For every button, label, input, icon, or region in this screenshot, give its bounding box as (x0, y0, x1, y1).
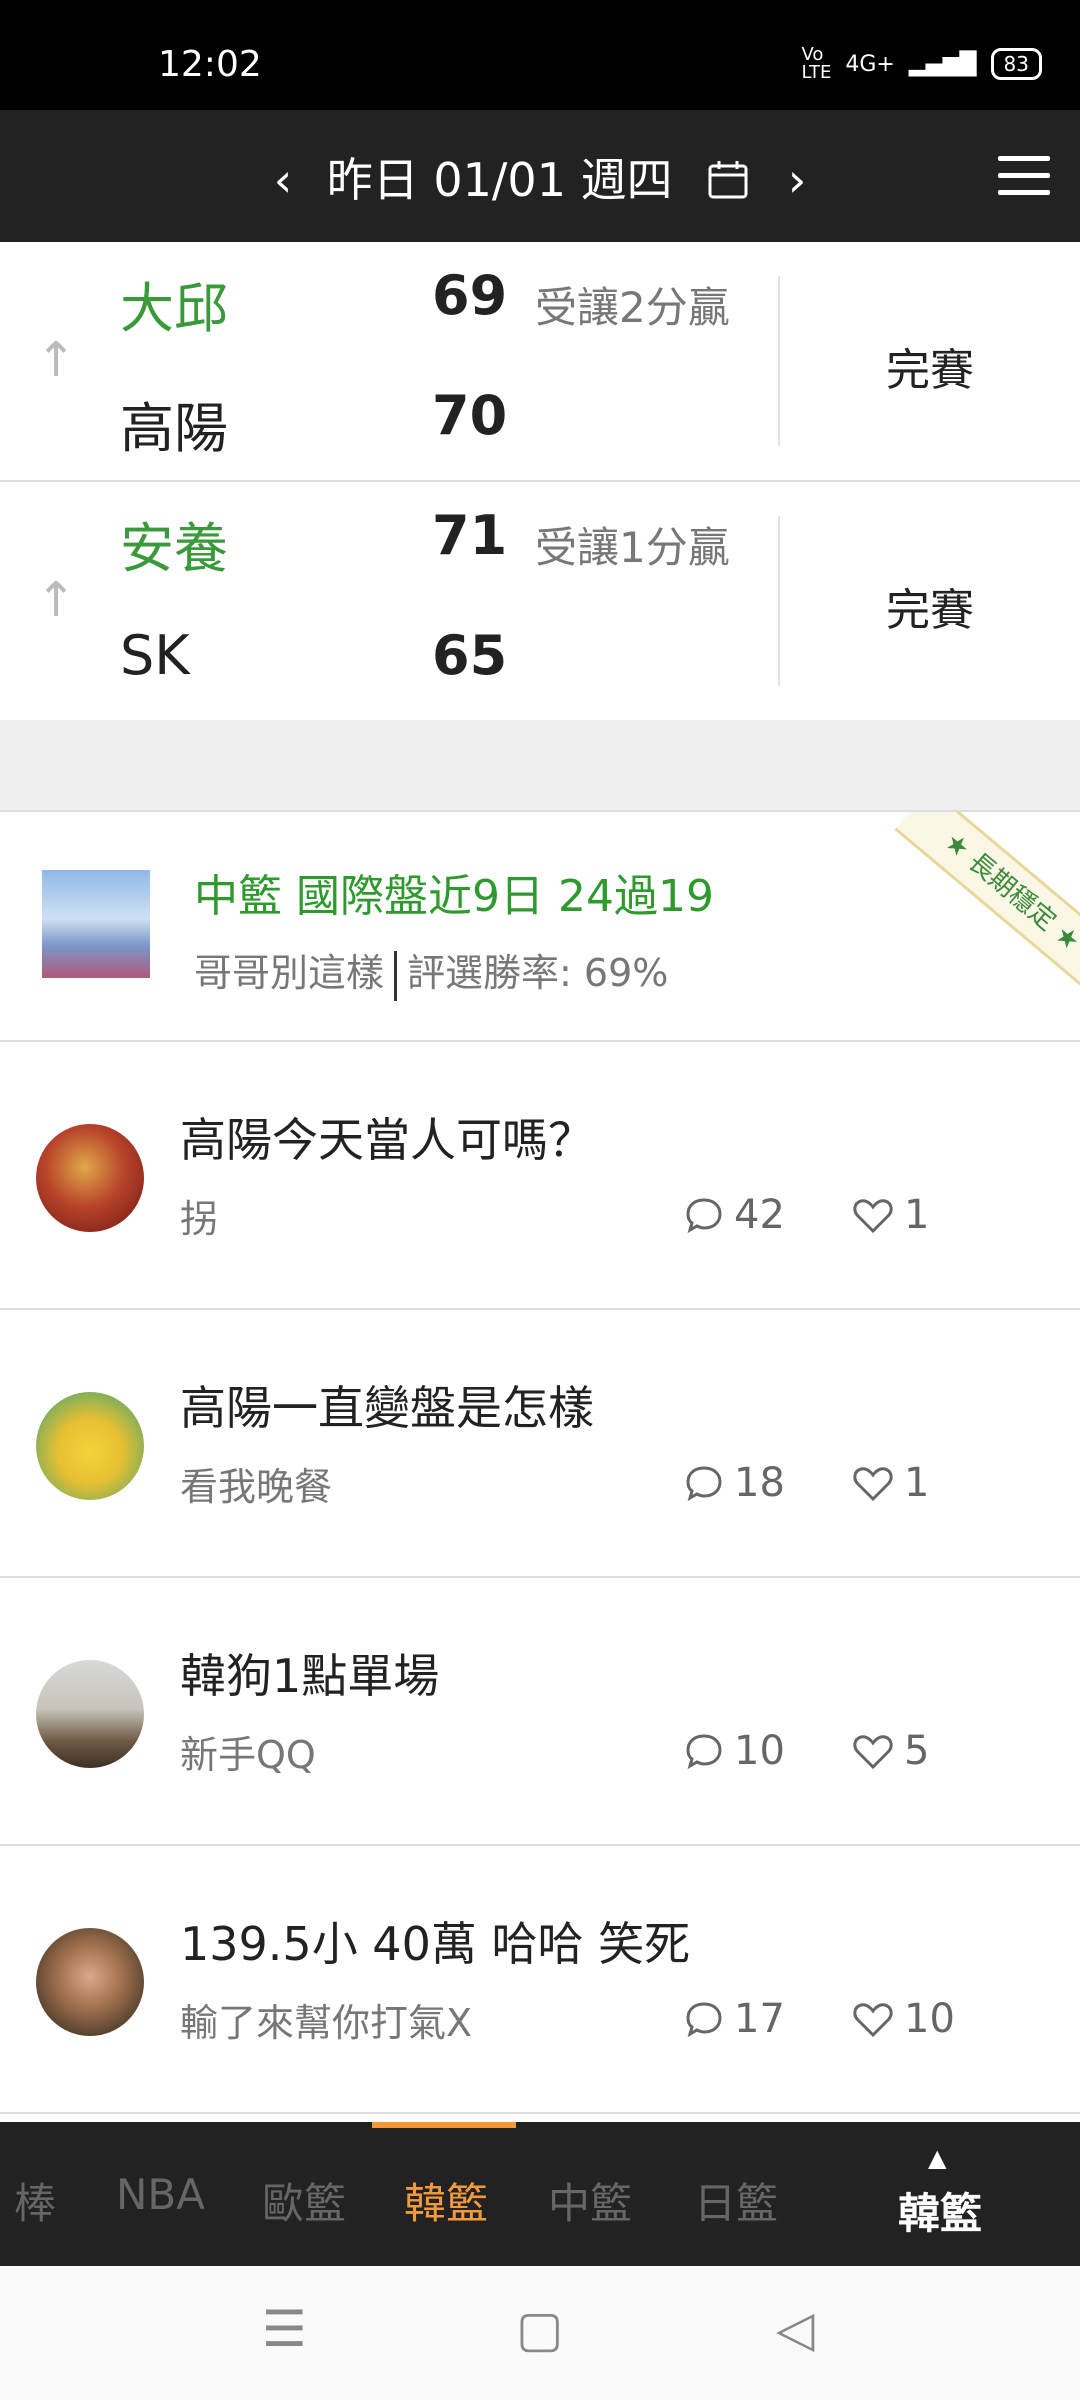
post-author: 拐 (180, 1197, 219, 1241)
post-author: 新手QQ (180, 1733, 316, 1777)
match-row[interactable]: ↑ 大邱 69 受讓2分贏 高陽 70 完賽 (0, 242, 1080, 482)
date-header: ‹ 昨日 01/01 週四 › (0, 110, 1080, 242)
tab-china-basketball[interactable]: 中籃 (548, 2170, 632, 2231)
score-home: 71 (432, 504, 508, 567)
league-tabbar: 棒 NBA 歐籃 韓籃 中籃 日籃 ▲ 韓籃 (0, 2122, 1080, 2266)
battery-icon: 83 (990, 48, 1042, 80)
match-status: 完賽 (886, 345, 974, 396)
promo-meta: 哥哥別這樣 評選勝率: 69% (194, 942, 668, 1001)
match-status: 完賽 (886, 585, 974, 636)
score-home: 69 (432, 264, 508, 327)
status-bar: 12:02 Vo LTE 4G+ ▂▄▆█ 83 (0, 0, 1080, 110)
system-nav-bar: ☰ ▢ ◁ (0, 2266, 1080, 2400)
handicap-note: 受讓2分贏 (535, 283, 730, 332)
post-author: 看我晚餐 (180, 1465, 333, 1509)
back-icon[interactable]: ◁ (776, 2300, 814, 2358)
post-title: 韓狗1點單場 (180, 1649, 440, 1703)
arrow-up-icon: ↑ (36, 572, 77, 628)
current-league-label: 韓籃 (898, 2189, 983, 2238)
promo-title: 中籃 國際盤近9日 24過19 (194, 871, 714, 922)
team-away: 高陽 (120, 397, 228, 460)
promo-card[interactable]: 中籃 國際盤近9日 24過19 哥哥別這樣 評選勝率: 69% ★ 長期穩定 ★ (0, 812, 1080, 1042)
date-label[interactable]: 昨日 01/01 週四 (327, 153, 673, 207)
list-item[interactable]: 高陽今天當人可嗎？ 拐 42 1 (0, 1042, 1080, 1310)
prev-day-button[interactable]: ‹ (274, 153, 292, 207)
menu-icon[interactable] (998, 156, 1050, 207)
arrow-up-icon: ↑ (36, 332, 77, 388)
comment-icon (686, 1734, 722, 1770)
promo-author: 哥哥別這樣 (194, 951, 385, 995)
comment-count[interactable]: 10 (684, 1728, 785, 1774)
post-title: 高陽一直變盤是怎樣 (180, 1381, 594, 1435)
tab-nba[interactable]: NBA (116, 2170, 205, 2219)
list-item[interactable]: 高陽一直變盤是怎樣 看我晚餐 18 1 (0, 1310, 1080, 1578)
avatar (36, 1928, 144, 2036)
comment-icon (686, 1466, 722, 1502)
comment-icon (686, 2002, 722, 2038)
tab-korea-basketball[interactable]: 韓籃 (404, 2170, 488, 2231)
current-league-selector[interactable]: ▲ 韓籃 (898, 2144, 983, 2241)
comment-count-label: 42 (734, 1192, 785, 1238)
calendar-icon[interactable] (707, 158, 749, 200)
heart-icon (853, 1199, 893, 1234)
list-item[interactable]: 韓狗1點單場 新手QQ 10 5 (0, 1578, 1080, 1846)
comment-count[interactable]: 18 (684, 1460, 785, 1506)
tab-japan-basketball[interactable]: 日籃 (694, 2170, 778, 2231)
avatar (36, 1124, 144, 1232)
caret-up-icon: ▲ (928, 2144, 947, 2172)
like-count[interactable]: 1 (852, 1192, 929, 1238)
heart-icon (853, 2003, 893, 2038)
list-item[interactable]: 139.5小 40萬 哈哈 笑死 輸了來幫你打氣X 17 10 (0, 1846, 1080, 2114)
like-count-label: 5 (904, 1728, 930, 1774)
comment-count[interactable]: 17 (684, 1996, 785, 2042)
like-count[interactable]: 1 (852, 1460, 929, 1506)
match-row[interactable]: ↑ 安養 71 受讓1分贏 SK 65 完賽 (0, 482, 1080, 722)
section-gap (0, 720, 1080, 812)
team-away: SK (120, 624, 190, 687)
clock: 12:02 (158, 44, 262, 85)
like-count[interactable]: 10 (852, 1996, 955, 2042)
score-away: 65 (432, 624, 508, 687)
avatar (36, 1660, 144, 1768)
comment-count-label: 10 (734, 1728, 785, 1774)
badge-ribbon: ★ 長期穩定 ★ (894, 812, 1080, 998)
comment-count[interactable]: 42 (684, 1192, 785, 1238)
comment-count-label: 18 (734, 1460, 785, 1506)
score-away: 70 (432, 384, 508, 447)
heart-icon (853, 1735, 893, 1770)
recent-apps-icon[interactable]: ☰ (262, 2300, 307, 2358)
handicap-note: 受讓1分贏 (535, 523, 730, 572)
like-count[interactable]: 5 (852, 1728, 929, 1774)
active-tab-indicator (372, 2122, 516, 2128)
promo-rate: 評選勝率: 69% (407, 951, 669, 995)
next-day-button[interactable]: › (788, 153, 806, 207)
separator (394, 950, 398, 1001)
tab-euro-basketball[interactable]: 歐籃 (262, 2170, 346, 2231)
home-icon[interactable]: ▢ (516, 2300, 563, 2358)
volte-icon: Vo LTE (801, 44, 832, 83)
badge-label: 長期穩定 (962, 847, 1062, 937)
status-icons: Vo LTE 4G+ ▂▄▆█ 83 (801, 46, 1042, 82)
comment-icon (686, 1198, 722, 1234)
comment-count-label: 17 (734, 1996, 785, 2042)
network-label: 4G+ (845, 51, 895, 77)
like-count-label: 1 (904, 1460, 930, 1506)
team-home: 安養 (120, 517, 228, 580)
like-count-label: 10 (904, 1996, 955, 2042)
signal-icon: ▂▄▆█ (908, 51, 977, 77)
post-title: 139.5小 40萬 哈哈 笑死 (180, 1917, 691, 1971)
promo-thumbnail (42, 870, 150, 978)
date-selector: ‹ 昨日 01/01 週四 › (0, 144, 1080, 210)
avatar (36, 1392, 144, 1500)
post-title: 高陽今天當人可嗎？ (180, 1113, 594, 1167)
heart-icon (853, 1467, 893, 1502)
team-home: 大邱 (120, 277, 228, 340)
tab-baseball[interactable]: 棒 (14, 2170, 56, 2231)
like-count-label: 1 (904, 1192, 930, 1238)
post-author: 輸了來幫你打氣X (180, 2001, 473, 2045)
